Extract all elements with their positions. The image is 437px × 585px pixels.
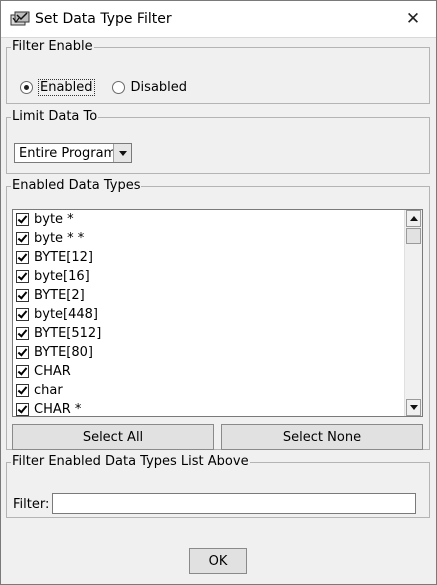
check-icon <box>17 251 28 262</box>
enabled-data-types-group: Enabled Data Types byte * byte * * BYTE[12… <box>6 179 430 450</box>
check-icon <box>17 384 28 395</box>
enabled-radio-label[interactable]: Enabled <box>38 79 95 96</box>
window-title: Set Data Type Filter <box>35 11 172 27</box>
data-types-list[interactable]: byte * byte * * BYTE[12] byte[16] BYTE[2] byt… <box>12 209 423 417</box>
list-item[interactable]: byte[16] <box>13 267 406 286</box>
ok-button[interactable]: OK <box>189 548 247 574</box>
check-icon <box>17 346 28 357</box>
dialog-window: Set Data Type Filter ✕ Filter Enable Ena… <box>0 0 437 585</box>
list-item-label: BYTE[12] <box>34 250 93 265</box>
list-item-label: byte[16] <box>34 269 90 284</box>
filter-label: Filter: <box>13 497 50 512</box>
check-icon <box>17 365 28 376</box>
dialog-footer: OK <box>1 536 436 584</box>
checkbox[interactable] <box>16 384 29 397</box>
checkbox[interactable] <box>16 346 29 359</box>
checkbox[interactable] <box>16 270 29 283</box>
data-types-list-items: byte * byte * * BYTE[12] byte[16] BYTE[2] byt… <box>13 210 406 417</box>
checkbox[interactable] <box>16 308 29 321</box>
checkbox[interactable] <box>16 213 29 226</box>
scroll-up-icon[interactable] <box>406 210 421 227</box>
close-button[interactable]: ✕ <box>390 1 436 37</box>
list-item-label: byte * * <box>34 231 85 246</box>
list-item[interactable]: byte * * <box>13 229 406 248</box>
app-icon <box>10 10 30 28</box>
list-item-label: CHAR * <box>34 402 82 417</box>
enabled-data-types-legend: Enabled Data Types <box>12 178 141 193</box>
list-item[interactable]: BYTE[12] <box>13 248 406 267</box>
checkbox[interactable] <box>16 232 29 245</box>
select-all-button[interactable]: Select All <box>12 424 214 450</box>
limit-data-to-value: Entire Program <box>19 146 117 161</box>
filter-enable-group: Filter Enable Enabled Disabled <box>6 40 430 104</box>
list-item-label: BYTE[2] <box>34 288 85 303</box>
list-item-label: BYTE[80] <box>34 345 93 360</box>
title-bar: Set Data Type Filter ✕ <box>1 1 436 38</box>
scroll-down-icon[interactable] <box>406 399 421 416</box>
list-item[interactable]: BYTE[2] <box>13 286 406 305</box>
enabled-radio[interactable] <box>20 81 33 94</box>
filter-input[interactable] <box>52 493 416 514</box>
check-icon <box>17 213 28 224</box>
checkbox[interactable] <box>16 289 29 302</box>
list-item-label: byte * <box>34 212 74 227</box>
list-item[interactable]: byte[448] <box>13 305 406 324</box>
filter-list-legend: Filter Enabled Data Types List Above <box>12 454 249 469</box>
check-icon <box>17 403 28 414</box>
list-item-label: CHAR <box>34 364 71 379</box>
select-none-button[interactable]: Select None <box>221 424 423 450</box>
check-icon <box>17 327 28 338</box>
list-item[interactable]: BYTE[512] <box>13 324 406 343</box>
list-item[interactable]: CHAR * <box>13 400 406 417</box>
checkbox[interactable] <box>16 251 29 264</box>
scroll-thumb[interactable] <box>406 228 421 244</box>
check-icon <box>17 308 28 319</box>
list-scrollbar[interactable] <box>404 210 422 416</box>
check-icon <box>17 289 28 300</box>
limit-data-to-dropdown[interactable]: Entire Program <box>14 143 132 163</box>
list-item-label: byte[448] <box>34 307 98 322</box>
filter-enable-options: Enabled Disabled <box>20 79 187 96</box>
list-item[interactable]: byte * <box>13 210 406 229</box>
checkbox[interactable] <box>16 403 29 416</box>
checkbox[interactable] <box>16 327 29 340</box>
limit-data-to-group: Limit Data To Entire Program <box>6 110 430 174</box>
checkbox[interactable] <box>16 365 29 378</box>
list-item[interactable]: BYTE[80] <box>13 343 406 362</box>
filter-list-group: Filter Enabled Data Types List Above Fil… <box>6 455 430 518</box>
filter-enable-legend: Filter Enable <box>12 39 93 54</box>
list-item[interactable]: char <box>13 381 406 400</box>
check-icon <box>17 270 28 281</box>
disabled-radio[interactable] <box>111 81 125 94</box>
list-item-label: char <box>34 383 63 398</box>
chevron-down-icon[interactable] <box>113 144 131 162</box>
list-item-label: BYTE[512] <box>34 326 102 341</box>
check-icon <box>17 232 28 243</box>
list-item[interactable]: CHAR <box>13 362 406 381</box>
limit-data-to-legend: Limit Data To <box>12 109 98 124</box>
close-icon: ✕ <box>405 9 421 29</box>
disabled-radio-label[interactable]: Disabled <box>131 80 187 95</box>
